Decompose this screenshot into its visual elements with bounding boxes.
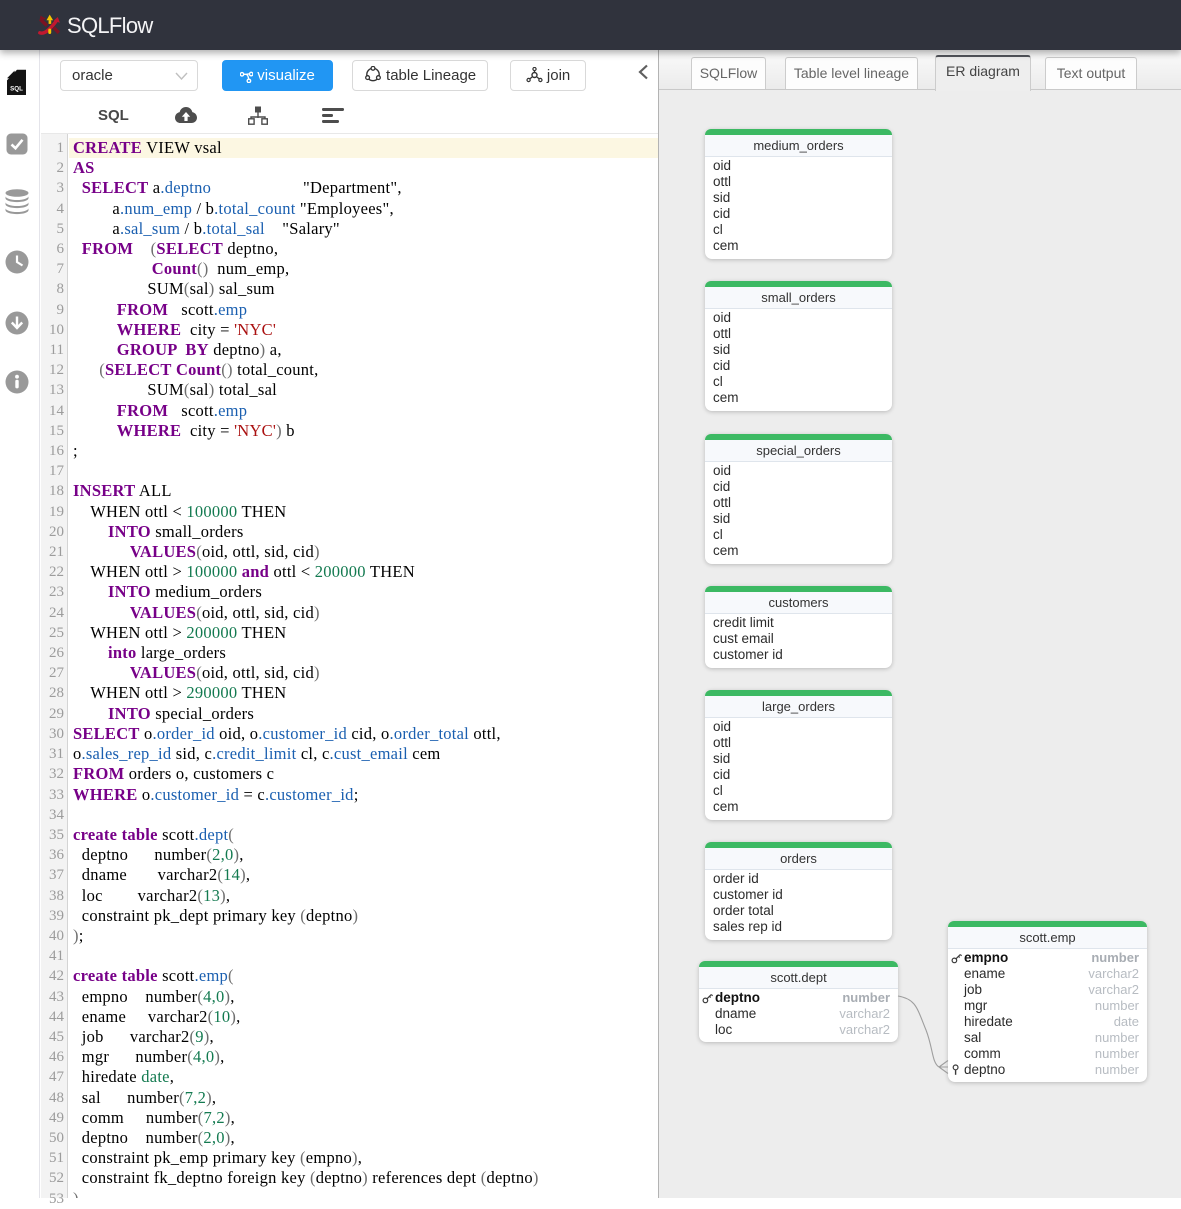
svg-text:SQL: SQL (10, 86, 23, 93)
